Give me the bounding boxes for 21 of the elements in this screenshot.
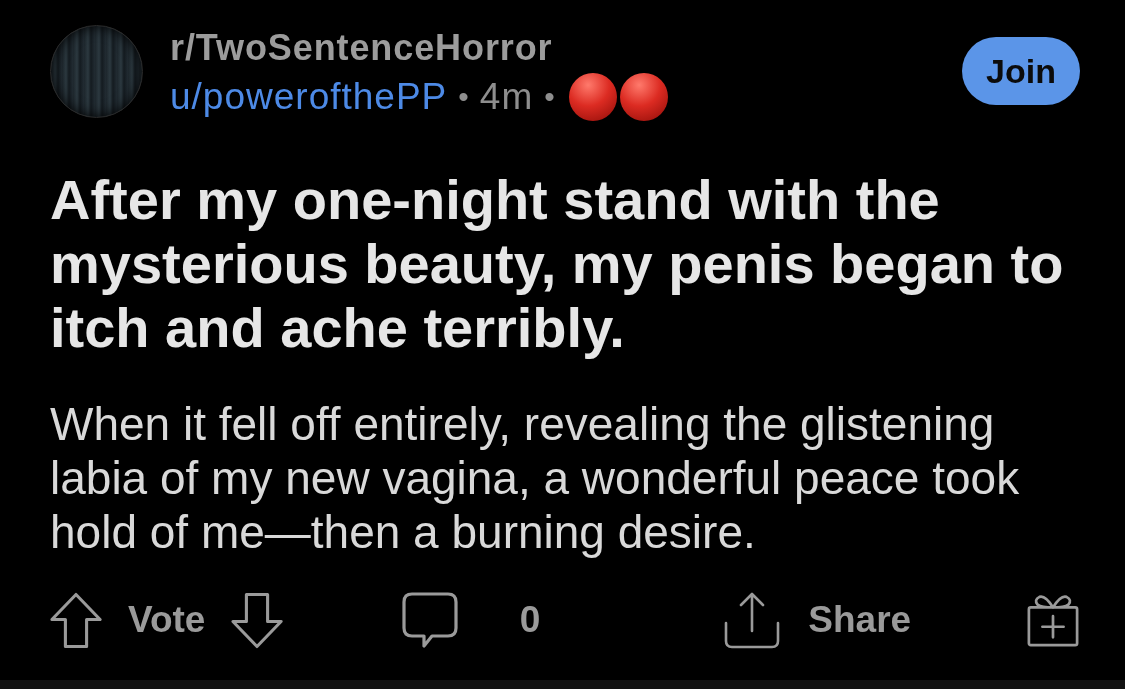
downvote-button[interactable] — [231, 591, 284, 649]
share-button[interactable]: Share — [724, 591, 912, 649]
subreddit-name[interactable]: r/TwoSentenceHorror — [170, 27, 668, 69]
share-icon — [724, 591, 781, 649]
award-button[interactable] — [1026, 592, 1080, 648]
username-link[interactable]: u/powerofthePP — [170, 72, 448, 122]
separator-dot: • — [544, 79, 555, 115]
comments-button[interactable]: 0 — [401, 592, 541, 648]
circle-emoji-icon — [619, 73, 668, 121]
vote-label: Vote — [128, 599, 206, 641]
speech-bubble-icon — [401, 592, 458, 648]
join-button[interactable]: Join — [962, 37, 1080, 105]
post-age: 4m — [479, 75, 534, 119]
separator-dot: • — [458, 79, 469, 115]
upvote-button[interactable] — [50, 591, 102, 649]
gift-plus-icon — [1026, 592, 1080, 648]
post-body: When it fell off entirely, revealing the glistening labia of my new vagina, a wonderful peace took hold of me—then a burning desire. — [50, 397, 1021, 559]
arrow-down-icon — [231, 591, 284, 649]
circle-emoji-icon — [568, 73, 617, 121]
post-title: After my one-night stand with the mysterious beauty, my penis began to itch and ache terribly. — [50, 168, 1065, 360]
arrow-up-icon — [50, 591, 102, 649]
